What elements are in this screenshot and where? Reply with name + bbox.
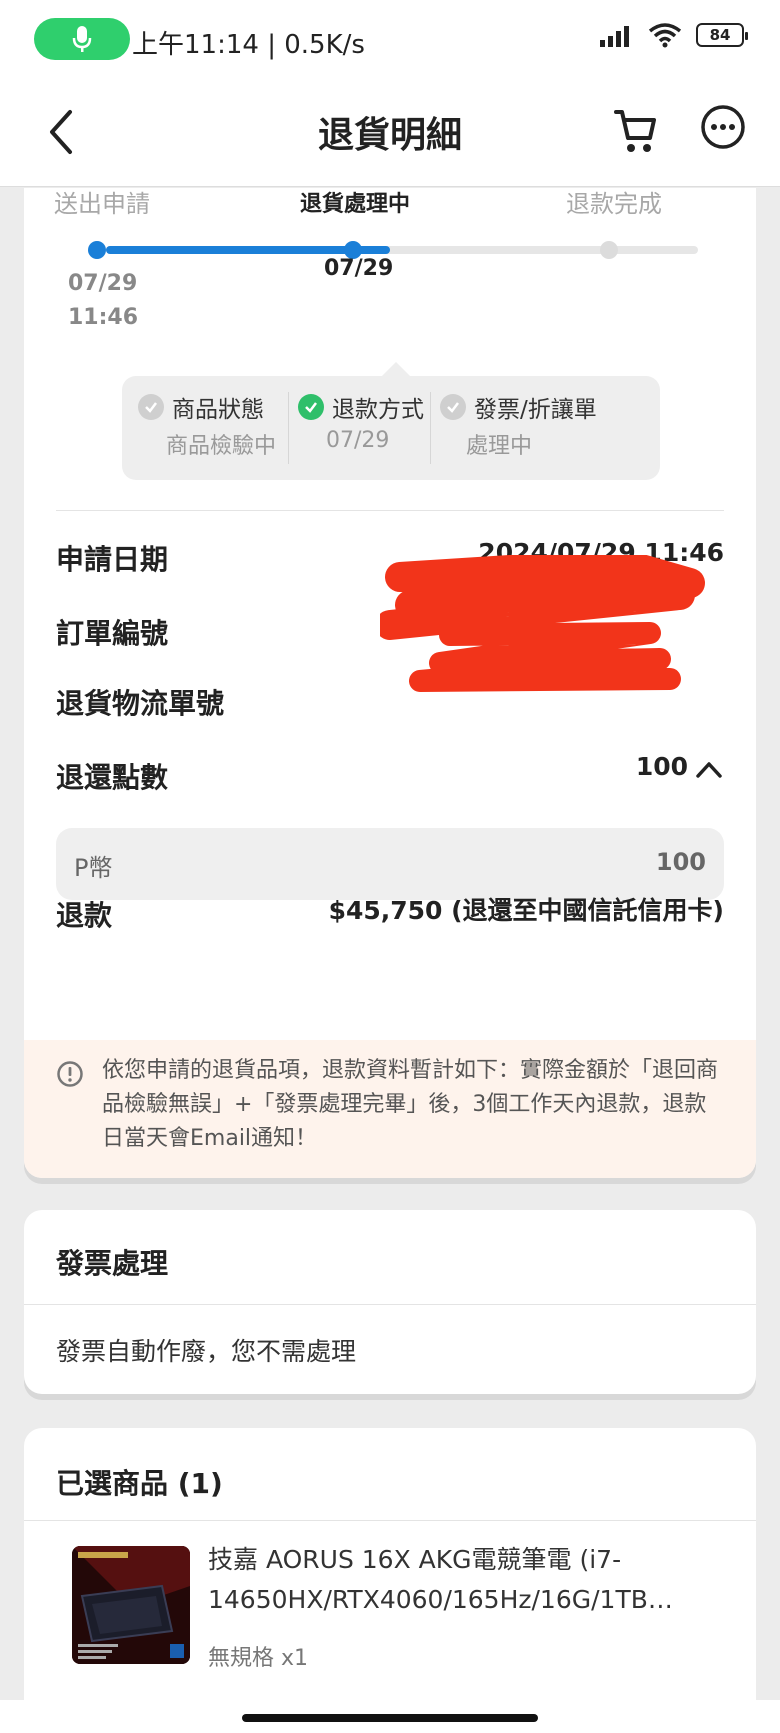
- laptop-thumbnail-icon: [72, 1546, 190, 1664]
- points-currency-label: P幣: [74, 854, 113, 882]
- more-options-button[interactable]: [700, 104, 746, 150]
- product-name[interactable]: 技嘉 AORUS 16X AKG電競筆電 (i7-14650HX/RTX4060…: [208, 1540, 728, 1620]
- step-dot-refunded: [600, 241, 618, 259]
- apply-date-value: 2024/07/29 11:46: [478, 538, 724, 567]
- step-label-processing: 退貨處理中: [300, 192, 411, 217]
- return-detail-card: 送出申請 退貨處理中 退款完成 07/29 11:46 07/29 商品狀態 商…: [24, 188, 756, 1178]
- refund-value: $45,750 (退還至中國信託信用卡): [328, 896, 724, 925]
- refund-notice: 依您申請的退貨品項，退款資料暫計如下：實際金額於「退回商品檢驗無誤」+「發票處理…: [24, 1040, 756, 1178]
- sub-status-invoice: 發票/折讓單 處理中: [440, 390, 597, 466]
- sub-status-product: 商品狀態 商品檢驗中: [138, 390, 276, 466]
- sub-status-value: 07/29: [326, 428, 390, 453]
- divider: [24, 1304, 756, 1305]
- return-points-value: 100: [635, 752, 688, 781]
- return-points-label: 退還點數: [56, 761, 169, 794]
- product-image[interactable]: [72, 1546, 190, 1664]
- page-title: 退貨明細: [317, 115, 462, 156]
- sub-status-title: 商品狀態: [172, 397, 264, 423]
- home-indicator[interactable]: [242, 1714, 538, 1722]
- divider: [56, 510, 724, 511]
- microphone-icon: [72, 26, 92, 52]
- invoice-card: 發票處理 發票自動作廢，您不需處理: [24, 1210, 756, 1394]
- sub-status-value: 處理中: [466, 434, 533, 459]
- signal-icon: [600, 26, 629, 47]
- points-currency-value: 100: [655, 848, 706, 876]
- app-header: 退貨明細: [0, 80, 780, 187]
- step-label-submitted: 送出申請: [54, 190, 150, 218]
- battery-indicator: 84: [696, 23, 748, 47]
- check-icon: [440, 394, 466, 420]
- step-date-processing: 07/29: [324, 256, 394, 281]
- notice-text: 依您申請的退貨品項，退款資料暫計如下：實際金額於「退回商品檢驗無誤」+「發票處理…: [102, 1058, 719, 1151]
- apply-date-label: 申請日期: [56, 543, 169, 576]
- logistics-number-label: 退貨物流單號: [56, 687, 225, 720]
- invoice-body: 發票自動作廢，您不需處理: [56, 1337, 357, 1366]
- status-bar: 上午11:14 | 0.5K/s 84: [0, 0, 780, 80]
- sub-status-value: 商品檢驗中: [166, 434, 277, 459]
- chevron-up-icon: [696, 762, 722, 778]
- divider: [288, 392, 289, 464]
- collapse-points-button[interactable]: [694, 752, 724, 786]
- order-number-label: 訂單編號: [56, 617, 169, 650]
- cart-button[interactable]: [612, 104, 660, 156]
- sub-status-title: 發票/折讓單: [474, 397, 597, 423]
- info-icon: [57, 1061, 83, 1087]
- points-detail-box: P幣 100: [56, 828, 724, 900]
- selected-products-title: 已選商品 (1): [56, 1467, 223, 1500]
- cart-icon: [614, 110, 656, 152]
- check-icon: [138, 394, 164, 420]
- refund-label: 退款: [56, 899, 113, 932]
- sub-status-panel: 商品狀態 商品檢驗中 退款方式 07/29 發票/折讓單 處理中: [122, 362, 660, 480]
- step-time-submitted: 11:46: [68, 305, 139, 330]
- status-time-speed: 上午11:14 | 0.5K/s: [132, 30, 365, 60]
- wifi-icon: [648, 23, 682, 48]
- divider: [24, 1520, 756, 1521]
- invoice-title: 發票處理: [56, 1247, 169, 1280]
- selected-products-card: 已選商品 (1) 技嘉 AORUS 16X AKG電競筆電 (i7-14650H…: [24, 1428, 756, 1708]
- microphone-indicator: [34, 18, 130, 60]
- product-spec: 無規格 x1: [208, 1646, 309, 1671]
- divider: [430, 392, 431, 464]
- step-date-submitted: 07/29: [68, 271, 138, 296]
- step-label-refunded: 退款完成: [566, 190, 662, 218]
- sub-status-title: 退款方式: [332, 397, 424, 423]
- sub-status-refund-method: 退款方式 07/29: [298, 390, 424, 466]
- more-icon: [701, 105, 745, 149]
- step-dot-submitted: [88, 241, 106, 259]
- check-icon: [298, 394, 324, 420]
